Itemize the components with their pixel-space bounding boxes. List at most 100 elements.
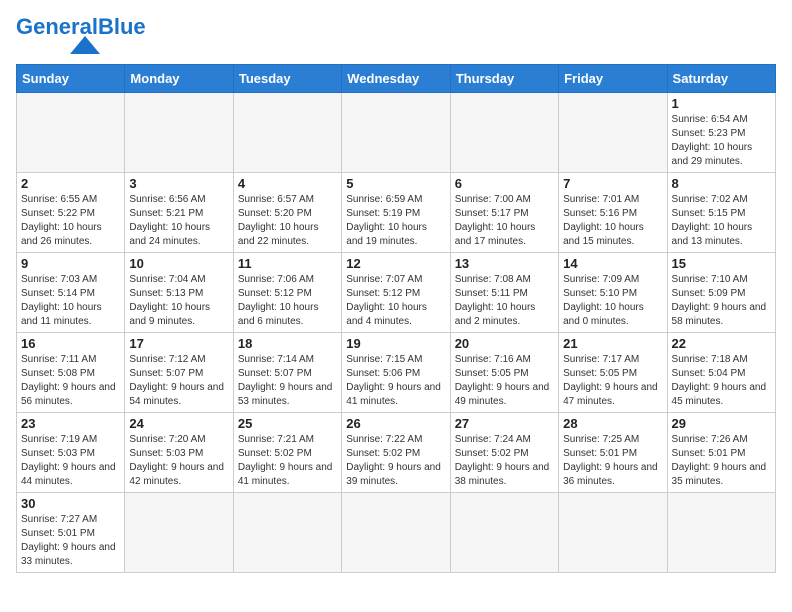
day-number: 12 [346, 256, 445, 271]
calendar-cell [559, 493, 667, 573]
day-number: 3 [129, 176, 228, 191]
day-number: 22 [672, 336, 771, 351]
calendar-row: 1 Sunrise: 6:54 AM Sunset: 5:23 PM Daylig… [17, 93, 776, 173]
calendar-cell: 5 Sunrise: 6:59 AM Sunset: 5:19 PM Daylig… [342, 173, 450, 253]
calendar-row: 2Sunrise: 6:55 AM Sunset: 5:22 PM Daylig… [17, 173, 776, 253]
day-info: Sunrise: 7:19 AM Sunset: 5:03 PM Dayligh… [21, 433, 120, 489]
day-info: Sunrise: 7:25 AM Sunset: 5:01 PM Dayligh… [563, 433, 662, 489]
calendar-cell: 19 Sunrise: 7:15 AM Sunset: 5:06 PM Dayli… [342, 333, 450, 413]
day-number: 25 [238, 416, 337, 431]
day-info: Sunrise: 6:57 AM Sunset: 5:20 PM Dayligh… [238, 193, 337, 249]
day-number: 26 [346, 416, 445, 431]
calendar-cell: 23 Sunrise: 7:19 AM Sunset: 5:03 PM Dayli… [17, 413, 125, 493]
day-info: Sunrise: 7:17 AM Sunset: 5:05 PM Dayligh… [563, 353, 662, 409]
calendar-cell: 17 Sunrise: 7:12 AM Sunset: 5:07 PM Dayli… [125, 333, 233, 413]
calendar-cell [342, 93, 450, 173]
day-info: Sunrise: 7:22 AM Sunset: 5:02 PM Dayligh… [346, 433, 445, 489]
calendar-cell: 21 Sunrise: 7:17 AM Sunset: 5:05 PM Dayli… [559, 333, 667, 413]
calendar-cell: 27Sunrise: 7:24 AM Sunset: 5:02 PM Dayli… [450, 413, 558, 493]
page-header: GeneralBlue [16, 16, 776, 54]
calendar-cell: 1 Sunrise: 6:54 AM Sunset: 5:23 PM Daylig… [667, 93, 775, 173]
day-number: 10 [129, 256, 228, 271]
day-info: Sunrise: 7:01 AM Sunset: 5:16 PM Dayligh… [563, 193, 662, 249]
day-number: 23 [21, 416, 120, 431]
calendar-cell: 24 Sunrise: 7:20 AM Sunset: 5:03 PM Dayli… [125, 413, 233, 493]
day-info: Sunrise: 7:20 AM Sunset: 5:03 PM Dayligh… [129, 433, 228, 489]
calendar-header-row: SundayMondayTuesdayWednesdayThursdayFrid… [17, 65, 776, 93]
day-info: Sunrise: 7:18 AM Sunset: 5:04 PM Dayligh… [672, 353, 771, 409]
day-number: 5 [346, 176, 445, 191]
calendar-row: 16Sunrise: 7:11 AM Sunset: 5:08 PM Dayli… [17, 333, 776, 413]
day-info: Sunrise: 6:59 AM Sunset: 5:19 PM Dayligh… [346, 193, 445, 249]
day-info: Sunrise: 7:07 AM Sunset: 5:12 PM Dayligh… [346, 273, 445, 329]
calendar-cell: 12 Sunrise: 7:07 AM Sunset: 5:12 PM Dayli… [342, 253, 450, 333]
calendar-cell [17, 93, 125, 173]
day-info: Sunrise: 7:26 AM Sunset: 5:01 PM Dayligh… [672, 433, 771, 489]
day-info: Sunrise: 7:06 AM Sunset: 5:12 PM Dayligh… [238, 273, 337, 329]
day-info: Sunrise: 7:24 AM Sunset: 5:02 PM Dayligh… [455, 433, 554, 489]
calendar-cell: 25 Sunrise: 7:21 AM Sunset: 5:02 PM Dayli… [233, 413, 341, 493]
day-number: 14 [563, 256, 662, 271]
day-info: Sunrise: 7:21 AM Sunset: 5:02 PM Dayligh… [238, 433, 337, 489]
day-info: Sunrise: 6:54 AM Sunset: 5:23 PM Dayligh… [672, 113, 771, 169]
calendar-cell: 22 Sunrise: 7:18 AM Sunset: 5:04 PM Dayli… [667, 333, 775, 413]
day-number: 18 [238, 336, 337, 351]
weekday-header: Tuesday [233, 65, 341, 93]
calendar-cell [450, 493, 558, 573]
weekday-header: Wednesday [342, 65, 450, 93]
day-number: 24 [129, 416, 228, 431]
day-number: 9 [21, 256, 120, 271]
day-number: 28 [563, 416, 662, 431]
day-info: Sunrise: 7:09 AM Sunset: 5:10 PM Dayligh… [563, 273, 662, 329]
day-info: Sunrise: 7:27 AM Sunset: 5:01 PM Dayligh… [21, 513, 120, 569]
calendar-cell [233, 93, 341, 173]
calendar-cell: 13Sunrise: 7:08 AM Sunset: 5:11 PM Dayli… [450, 253, 558, 333]
day-number: 20 [455, 336, 554, 351]
day-number: 17 [129, 336, 228, 351]
logo-blue: Blue [98, 14, 146, 39]
calendar-cell: 14 Sunrise: 7:09 AM Sunset: 5:10 PM Dayli… [559, 253, 667, 333]
calendar-cell: 7Sunrise: 7:01 AM Sunset: 5:16 PM Daylig… [559, 173, 667, 253]
calendar-cell: 15Sunrise: 7:10 AM Sunset: 5:09 PM Dayli… [667, 253, 775, 333]
day-info: Sunrise: 7:03 AM Sunset: 5:14 PM Dayligh… [21, 273, 120, 329]
calendar-cell [125, 493, 233, 573]
weekday-header: Monday [125, 65, 233, 93]
day-info: Sunrise: 7:11 AM Sunset: 5:08 PM Dayligh… [21, 353, 120, 409]
calendar-cell: 3Sunrise: 6:56 AM Sunset: 5:21 PM Daylig… [125, 173, 233, 253]
day-info: Sunrise: 7:16 AM Sunset: 5:05 PM Dayligh… [455, 353, 554, 409]
day-info: Sunrise: 7:04 AM Sunset: 5:13 PM Dayligh… [129, 273, 228, 329]
calendar-cell: 9 Sunrise: 7:03 AM Sunset: 5:14 PM Daylig… [17, 253, 125, 333]
day-number: 1 [672, 96, 771, 111]
calendar-cell: 11 Sunrise: 7:06 AM Sunset: 5:12 PM Dayli… [233, 253, 341, 333]
calendar-cell: 4 Sunrise: 6:57 AM Sunset: 5:20 PM Daylig… [233, 173, 341, 253]
logo-text: GeneralBlue [16, 16, 146, 38]
day-info: Sunrise: 7:14 AM Sunset: 5:07 PM Dayligh… [238, 353, 337, 409]
calendar-cell [667, 493, 775, 573]
day-info: Sunrise: 7:10 AM Sunset: 5:09 PM Dayligh… [672, 273, 771, 329]
day-number: 19 [346, 336, 445, 351]
calendar-table: SundayMondayTuesdayWednesdayThursdayFrid… [16, 64, 776, 573]
day-number: 4 [238, 176, 337, 191]
day-number: 11 [238, 256, 337, 271]
calendar-row: 9 Sunrise: 7:03 AM Sunset: 5:14 PM Daylig… [17, 253, 776, 333]
calendar-cell [559, 93, 667, 173]
day-info: Sunrise: 7:12 AM Sunset: 5:07 PM Dayligh… [129, 353, 228, 409]
calendar-cell: 6Sunrise: 7:00 AM Sunset: 5:17 PM Daylig… [450, 173, 558, 253]
day-number: 21 [563, 336, 662, 351]
weekday-header: Saturday [667, 65, 775, 93]
calendar-cell [233, 493, 341, 573]
logo: GeneralBlue [16, 16, 146, 54]
calendar-row: 30Sunrise: 7:27 AM Sunset: 5:01 PM Dayli… [17, 493, 776, 573]
weekday-header: Friday [559, 65, 667, 93]
calendar-cell: 2Sunrise: 6:55 AM Sunset: 5:22 PM Daylig… [17, 173, 125, 253]
calendar-cell: 18 Sunrise: 7:14 AM Sunset: 5:07 PM Dayli… [233, 333, 341, 413]
day-info: Sunrise: 7:00 AM Sunset: 5:17 PM Dayligh… [455, 193, 554, 249]
day-info: Sunrise: 7:08 AM Sunset: 5:11 PM Dayligh… [455, 273, 554, 329]
calendar-cell [342, 493, 450, 573]
calendar-cell: 20 Sunrise: 7:16 AM Sunset: 5:05 PM Dayli… [450, 333, 558, 413]
weekday-header: Thursday [450, 65, 558, 93]
calendar-cell: 30Sunrise: 7:27 AM Sunset: 5:01 PM Dayli… [17, 493, 125, 573]
day-info: Sunrise: 7:02 AM Sunset: 5:15 PM Dayligh… [672, 193, 771, 249]
day-info: Sunrise: 6:55 AM Sunset: 5:22 PM Dayligh… [21, 193, 120, 249]
day-info: Sunrise: 7:15 AM Sunset: 5:06 PM Dayligh… [346, 353, 445, 409]
